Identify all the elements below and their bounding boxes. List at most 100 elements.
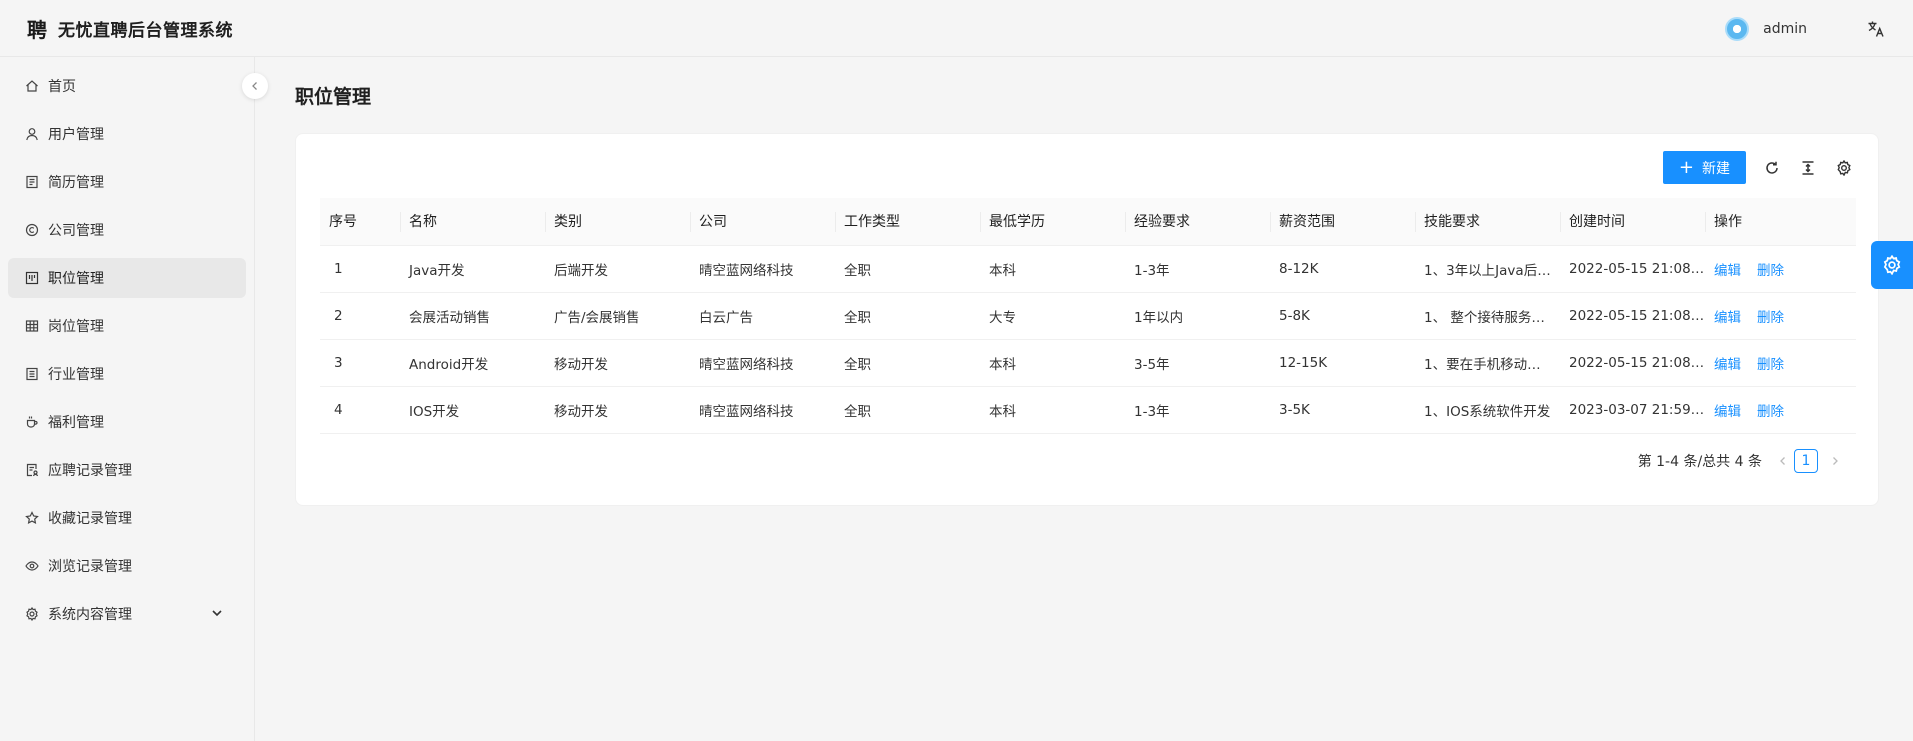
avatar[interactable] <box>1725 16 1750 41</box>
column-header[interactable]: 创建时间 <box>1560 198 1705 246</box>
actions-cell: 编辑 删除 <box>1705 339 1856 387</box>
sidebar-item-home[interactable]: 首页 <box>8 66 246 106</box>
sidebar-item-applications[interactable]: 应聘记录管理 <box>8 450 246 490</box>
table-cell: 广告/会展销售 <box>545 292 690 340</box>
edit-link[interactable]: 编辑 <box>1714 357 1741 373</box>
table-icon <box>24 318 40 334</box>
chevron-left-icon[interactable] <box>1776 454 1790 468</box>
table-cell: 1、3年以上Java后… <box>1415 245 1560 293</box>
translate-icon[interactable] <box>1865 18 1887 40</box>
table-cell: 2 <box>320 292 400 340</box>
column-header[interactable]: 最低学历 <box>980 198 1125 246</box>
page-number-current[interactable]: 1 <box>1794 449 1818 473</box>
density-icon[interactable] <box>1798 158 1818 178</box>
delete-link[interactable]: 删除 <box>1757 263 1784 279</box>
profile-icon <box>24 366 40 382</box>
delete-link[interactable]: 删除 <box>1757 357 1784 373</box>
sidebar-item-label: 简历管理 <box>48 175 104 191</box>
column-header[interactable]: 工作类型 <box>835 198 980 246</box>
eye-icon <box>24 558 40 574</box>
sidebar-item-label: 行业管理 <box>48 367 104 383</box>
table-row: 2 会展活动销售 广告/会展销售 白云广告 全职 大专 1年以内 5-8K 1、… <box>320 292 1856 340</box>
column-header[interactable]: 技能要求 <box>1415 198 1560 246</box>
actions-cell: 编辑 删除 <box>1705 292 1856 340</box>
sidebar-item-views[interactable]: 浏览记录管理 <box>8 546 246 586</box>
sidebar-item-benefits[interactable]: 福利管理 <box>8 402 246 442</box>
actions-cell: 编辑 删除 <box>1705 245 1856 293</box>
table-cell: 全职 <box>835 245 980 293</box>
table-cell: 移动开发 <box>545 386 690 434</box>
delete-link[interactable]: 删除 <box>1757 310 1784 326</box>
new-button[interactable]: + 新建 <box>1662 151 1746 184</box>
plus-icon: + <box>1678 156 1694 178</box>
table-cell: Java开发 <box>400 245 545 293</box>
coffee-icon <box>24 414 40 430</box>
table-cell: 大专 <box>980 292 1125 340</box>
sidebar-item-favorites[interactable]: 收藏记录管理 <box>8 498 246 538</box>
top-header: 聘 无忧直聘后台管理系统 admin <box>0 0 1913 57</box>
user-icon <box>24 126 40 142</box>
table-cell: 1-3年 <box>1125 245 1270 293</box>
sidebar-item-users[interactable]: 用户管理 <box>8 114 246 154</box>
sidebar-item-system-content[interactable]: 系统内容管理 <box>8 594 246 634</box>
sidebar: 首页 用户管理 简历管理 公司管理 职位管理 岗位管理 行业管理 福利管理 应聘… <box>0 57 268 741</box>
column-header[interactable]: 公司 <box>690 198 835 246</box>
column-setting-icon[interactable] <box>1834 158 1854 178</box>
sidebar-item-label: 用户管理 <box>48 127 104 143</box>
table-cell: 全职 <box>835 339 980 387</box>
sidebar-item-label: 职位管理 <box>48 271 104 287</box>
sidebar-item-label: 首页 <box>48 79 76 95</box>
table-cell: 后端开发 <box>545 245 690 293</box>
table-cell: 2023-03-07 21:59:50 <box>1560 386 1705 434</box>
sidebar-item-companies[interactable]: 公司管理 <box>8 210 246 250</box>
sidebar-item-label: 公司管理 <box>48 223 104 239</box>
table-cell: 8-12K <box>1270 245 1415 293</box>
table-cell: 1、要在手机移动… <box>1415 339 1560 387</box>
table-row: 1 Java开发 后端开发 晴空蓝网络科技 全职 本科 1-3年 8-12K 1… <box>320 245 1856 293</box>
sidebar-item-label: 浏览记录管理 <box>48 559 132 575</box>
copyright-icon <box>24 222 40 238</box>
username[interactable]: admin <box>1763 21 1807 37</box>
logo[interactable]: 聘 无忧直聘后台管理系统 <box>0 16 233 42</box>
chevron-down-icon <box>212 610 222 617</box>
reload-icon[interactable] <box>1762 158 1782 178</box>
edit-link[interactable]: 编辑 <box>1714 310 1741 326</box>
delete-link[interactable]: 删除 <box>1757 404 1784 420</box>
column-header[interactable]: 序号 <box>320 198 400 246</box>
table-cell: 晴空蓝网络科技 <box>690 245 835 293</box>
column-header[interactable]: 名称 <box>400 198 545 246</box>
home-icon <box>24 78 40 94</box>
sidebar-item-label: 收藏记录管理 <box>48 511 132 527</box>
sidebar-menu: 首页 用户管理 简历管理 公司管理 职位管理 岗位管理 行业管理 福利管理 应聘… <box>0 57 254 634</box>
chevron-right-icon[interactable] <box>1828 454 1842 468</box>
table-cell: 2022-05-15 21:08:44 <box>1560 292 1705 340</box>
table-cell: 1-3年 <box>1125 386 1270 434</box>
column-header[interactable]: 薪资范围 <box>1270 198 1415 246</box>
column-header[interactable]: 经验要求 <box>1125 198 1270 246</box>
table-cell: 移动开发 <box>545 339 690 387</box>
table-cell: 4 <box>320 386 400 434</box>
sidebar-item-posts[interactable]: 岗位管理 <box>8 306 246 346</box>
table-cell: 3-5年 <box>1125 339 1270 387</box>
table-cell: 1、 整个接待服务… <box>1415 292 1560 340</box>
sidebar-item-positions[interactable]: 职位管理 <box>8 258 246 298</box>
edit-link[interactable]: 编辑 <box>1714 263 1741 279</box>
pagination-summary: 第 1-4 条/总共 4 条 <box>1637 454 1762 470</box>
new-button-label: 新建 <box>1702 160 1730 177</box>
theme-settings-button[interactable] <box>1871 241 1913 289</box>
actions-cell: 编辑 删除 <box>1705 386 1856 434</box>
edit-link[interactable]: 编辑 <box>1714 404 1741 420</box>
table-cell: 晴空蓝网络科技 <box>690 386 835 434</box>
sidebar-collapse-button[interactable] <box>242 73 268 99</box>
solution-icon <box>24 462 40 478</box>
column-header[interactable]: 类别 <box>545 198 690 246</box>
sidebar-item-industries[interactable]: 行业管理 <box>8 354 246 394</box>
column-header[interactable]: 操作 <box>1705 198 1856 246</box>
chevron-left-icon <box>252 82 257 90</box>
table-cell: 5-8K <box>1270 292 1415 340</box>
sidebar-item-resumes[interactable]: 简历管理 <box>8 162 246 202</box>
table-cell: 本科 <box>980 386 1125 434</box>
project-icon <box>24 270 40 286</box>
table-row: 4 IOS开发 移动开发 晴空蓝网络科技 全职 本科 1-3年 3-5K 1、I… <box>320 386 1856 434</box>
table-cell: 白云广告 <box>690 292 835 340</box>
